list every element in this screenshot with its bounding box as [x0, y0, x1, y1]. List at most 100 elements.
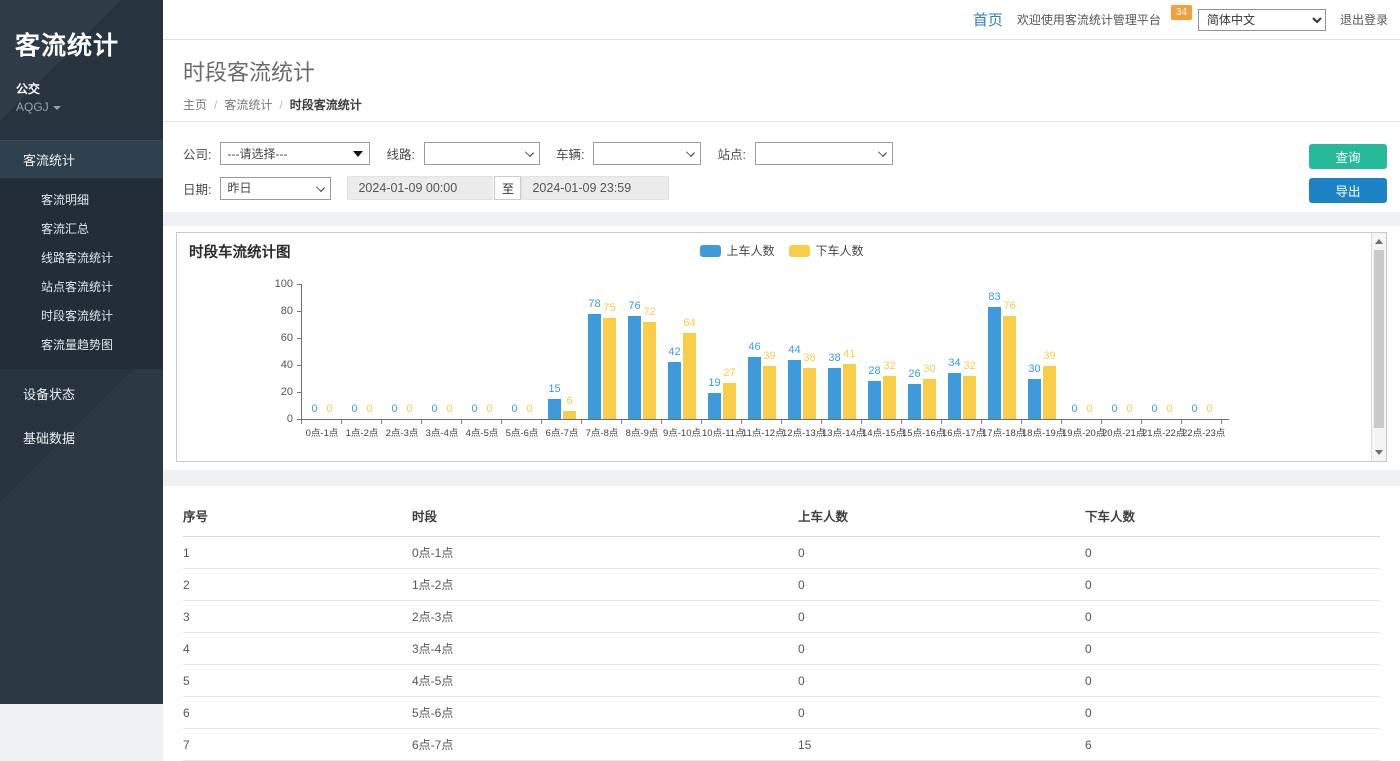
bar-value-label: 42 [668, 346, 680, 358]
bar-value-label: 30 [1028, 363, 1040, 375]
table-body: 10点-1点0021点-2点0032点-3点0043点-4点0054点-5点00… [183, 537, 1380, 761]
y-axis-tick [297, 419, 301, 420]
breadcrumb-item[interactable]: 客流统计 [224, 98, 272, 112]
notification-badge[interactable]: 34 [1171, 5, 1192, 20]
bar-slot: 6 [563, 284, 576, 419]
x-axis-category-label: 20点-21点 [1102, 425, 1142, 439]
scrollbar-thumb[interactable] [1374, 250, 1384, 428]
vehicle-label: 车辆: [556, 144, 584, 163]
y-axis-tick [297, 338, 301, 339]
bar-slot: 75 [603, 284, 616, 419]
filter-row-2: 日期: 昨日 至 [183, 176, 1400, 200]
date-to-input[interactable] [521, 176, 669, 200]
vehicle-select[interactable] [593, 142, 701, 165]
bar-value-label: 0 [311, 403, 317, 415]
bar-slot: 44 [788, 284, 801, 419]
date-from-input[interactable] [347, 176, 494, 200]
bar-group: 156 [542, 284, 582, 419]
bar-slot: 83 [988, 284, 1001, 419]
x-axis-category-label: 15点-16点 [902, 425, 942, 439]
bar [1003, 316, 1016, 419]
bar-value-label: 0 [511, 403, 517, 415]
table-cell: 6点-7点 [412, 729, 798, 761]
y-axis-tick [297, 392, 301, 393]
sidebar-section-passenger-stats[interactable]: 客流统计 [0, 140, 163, 179]
date-preset-select[interactable]: 昨日 [220, 177, 331, 200]
sidebar-submenu-item[interactable]: 客流汇总 [0, 214, 163, 243]
breadcrumb-item[interactable]: 主页 [183, 98, 207, 112]
bar-value-label: 39 [763, 350, 775, 362]
query-button[interactable]: 查询 [1309, 144, 1387, 169]
bar-group: 00 [1102, 284, 1142, 419]
bar-slot: 42 [668, 284, 681, 419]
bar-value-label: 27 [723, 367, 735, 379]
bar-slot: 0 [1148, 284, 1161, 419]
y-axis-tick [297, 365, 301, 366]
chart-vertical-scrollbar[interactable] [1371, 233, 1386, 461]
bar-value-label: 0 [1206, 403, 1212, 415]
x-axis-category-label: 21点-22点 [1142, 425, 1182, 439]
bar [628, 316, 641, 419]
bar-group: 00 [502, 284, 542, 419]
user-menu[interactable]: AQGJ [0, 97, 163, 114]
station-select[interactable] [755, 142, 893, 165]
page-header: 时段客流统计 主页/客流统计/时段客流统计 [163, 40, 1400, 122]
bar-group: 00 [422, 284, 462, 419]
bar-slot: 0 [1203, 284, 1216, 419]
bar-value-label: 46 [748, 341, 760, 353]
export-button[interactable]: 导出 [1309, 178, 1387, 203]
table-cell: 1 [183, 537, 412, 569]
bar-value-label: 0 [1111, 403, 1117, 415]
bar-group: 7875 [582, 284, 622, 419]
bar [763, 366, 776, 419]
bar [963, 376, 976, 419]
bar-group: 00 [1182, 284, 1222, 419]
line-select[interactable] [424, 142, 540, 165]
home-link[interactable]: 首页 [973, 9, 1003, 30]
sidebar-submenu-item[interactable]: 站点客流统计 [0, 272, 163, 301]
bar-value-label: 0 [1071, 403, 1077, 415]
bar-group: 2832 [862, 284, 902, 419]
language-select[interactable]: 简体中文 [1198, 9, 1326, 31]
bar-slot: 39 [1043, 284, 1056, 419]
table-cell: 0 [1085, 601, 1380, 633]
table-cell: 0 [798, 633, 1085, 665]
company-select[interactable]: ---请选择--- [220, 142, 370, 165]
bar-group: 7672 [622, 284, 662, 419]
table-cell: 3点-4点 [412, 633, 798, 665]
scroll-down-icon[interactable] [1375, 450, 1383, 455]
bar [843, 364, 856, 419]
bar-slot: 0 [508, 284, 521, 419]
bar-value-label: 32 [883, 360, 895, 372]
bar-group: 00 [302, 284, 342, 419]
x-axis-category-label: 0点-1点 [302, 425, 342, 439]
bar-slot: 32 [963, 284, 976, 419]
table-cell: 3 [183, 601, 412, 633]
sidebar-submenu-item[interactable]: 线路客流统计 [0, 243, 163, 272]
bar-value-label: 0 [406, 403, 412, 415]
stats-table: 序号时段上车人数下车人数 10点-1点0021点-2点0032点-3点0043点… [183, 496, 1380, 761]
x-axis-category-label: 12点-13点 [782, 425, 822, 439]
bar-value-label: 0 [486, 403, 492, 415]
bar [643, 322, 656, 419]
sidebar-menu-item[interactable]: 基础数据 [0, 418, 163, 457]
scroll-up-icon[interactable] [1375, 239, 1383, 244]
bar-value-label: 6 [566, 395, 572, 407]
bar-slot: 26 [908, 284, 921, 419]
bar [1028, 379, 1041, 420]
sidebar-submenu-item[interactable]: 时段客流统计 [0, 301, 163, 330]
bar-slot: 0 [1068, 284, 1081, 419]
bar-slot: 30 [1028, 284, 1041, 419]
bar-slot: 0 [348, 284, 361, 419]
sidebar-submenu-item[interactable]: 客流量趋势图 [0, 330, 163, 359]
bar-value-label: 0 [1191, 403, 1197, 415]
bar-slot: 0 [1188, 284, 1201, 419]
sidebar-submenu-item[interactable]: 客流明细 [0, 185, 163, 214]
x-axis-category-label: 14点-15点 [862, 425, 902, 439]
sidebar-menu-item[interactable]: 设备状态 [0, 374, 163, 413]
x-axis-labels: 0点-1点1点-2点2点-3点3点-4点4点-5点5点-6点6点-7点7点-8点… [302, 425, 1222, 439]
logout-link[interactable]: 退出登录 [1340, 11, 1388, 28]
company-select-wrap: ---请选择--- [220, 142, 370, 165]
table-header-cell: 时段 [412, 496, 798, 537]
table-cell: 0 [798, 569, 1085, 601]
